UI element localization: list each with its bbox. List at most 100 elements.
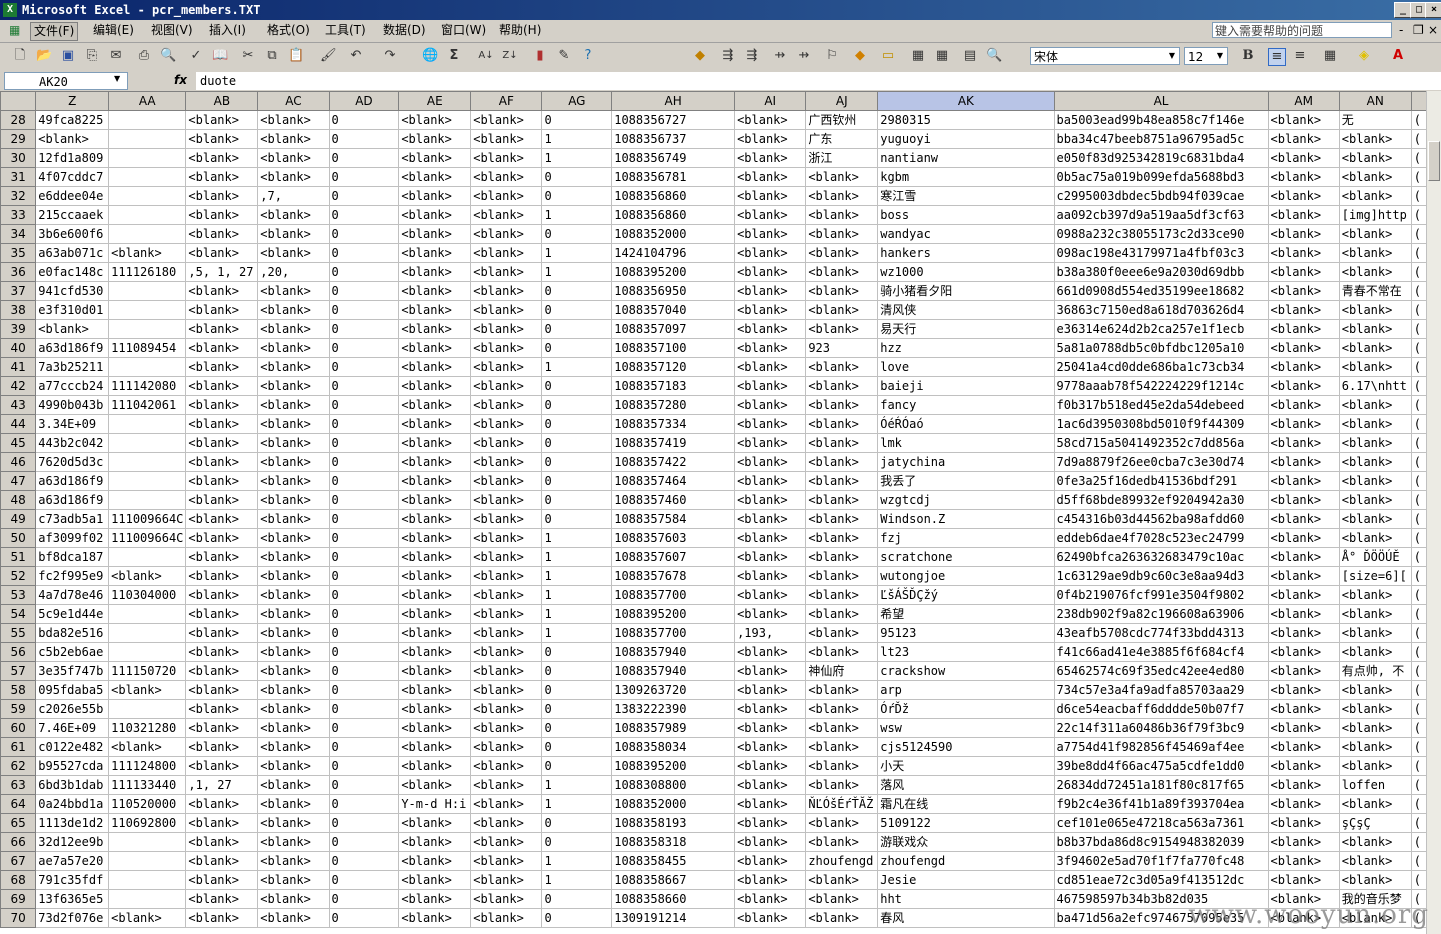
scroll-thumb[interactable] [1428,141,1440,181]
cell[interactable]: kgbm [877,167,1055,187]
cell[interactable] [108,110,187,130]
cell[interactable]: <blank> [1267,319,1340,339]
cell[interactable]: 1088357040 [611,300,736,320]
cell[interactable]: <blank> [470,376,543,396]
cell[interactable]: 1 [541,851,613,871]
cell[interactable]: <blank> [185,129,259,149]
cell[interactable]: <blank> [1338,832,1412,852]
cell[interactable]: <blank> [734,908,807,928]
column-header[interactable]: AB [185,91,259,111]
cell[interactable]: <blank> [805,414,879,434]
cell[interactable]: <blank> [805,205,879,225]
cell[interactable]: baieji [877,376,1055,396]
row-header[interactable]: 51 [0,547,37,567]
cell[interactable]: 941cfd530 [35,281,110,301]
cell[interactable]: 1088357419 [611,433,736,453]
cell[interactable]: <blank> [1267,167,1340,187]
menu-window[interactable]: 窗口(W) [438,22,489,39]
cell[interactable]: <blank> [1267,832,1340,852]
email-icon[interactable]: ✉ [108,48,124,64]
cell[interactable]: 215ccaaek [35,205,110,225]
cell[interactable]: a63d186f9 [35,490,110,510]
cell[interactable]: 5109122 [877,813,1055,833]
cell[interactable]: 1 [541,623,613,643]
cell[interactable]: <blank> [470,433,543,453]
cell[interactable]: ÓŕĎž [877,699,1055,719]
cell[interactable]: <blank> [805,357,879,377]
cell[interactable]: <blank> [185,243,259,263]
cell[interactable]: 1088357120 [611,357,736,377]
cell[interactable] [108,889,187,909]
cell[interactable]: 1088356950 [611,281,736,301]
cell[interactable] [108,205,187,225]
cell[interactable]: 1088357464 [611,471,736,491]
cell[interactable]: <blank> [257,167,330,187]
cell[interactable]: <blank> [470,357,543,377]
cell[interactable]: <blank> [185,870,259,890]
cell[interactable]: ,193, [734,623,807,643]
cell[interactable]: 0 [328,528,400,548]
cell[interactable]: <blank> [734,186,807,206]
cell[interactable]: 0b5ac75a019b099efda5688bd3 [1053,167,1269,187]
cell[interactable]: 1 [541,528,613,548]
cell[interactable]: 0 [328,509,400,529]
cell[interactable]: 寒江雪 [877,186,1055,206]
cell[interactable]: <blank> [185,357,259,377]
trace-dependents-icon[interactable]: ⇶ [744,48,760,64]
menu-format[interactable]: 格式(O) [264,22,313,39]
cell[interactable]: 0 [541,281,613,301]
cell[interactable]: <blank> [470,414,543,434]
cell[interactable]: 1088358455 [611,851,736,871]
cell[interactable]: c2995003dbdec5bdb94f039cae [1053,186,1269,206]
cell[interactable]: <blank> [1267,490,1340,510]
cell[interactable] [108,357,187,377]
cell[interactable] [108,642,187,662]
cell[interactable]: 26834dd72451a181f80c817f65 [1053,775,1269,795]
cell[interactable]: 1088357584 [611,509,736,529]
cell[interactable]: 0 [541,395,613,415]
cell[interactable]: <blank> [1338,509,1412,529]
cell[interactable]: 1088395200 [611,262,736,282]
cell[interactable]: <blank> [470,167,543,187]
cell[interactable]: <blank> [398,224,472,244]
cell[interactable]: 我丢了 [877,471,1055,491]
cell[interactable]: 5a81a0788db5c0bfdbc1205a10 [1053,338,1269,358]
workbook-icon[interactable]: ▦ [6,22,23,39]
cell[interactable]: 0 [328,338,400,358]
fill-color-icon[interactable]: ◈ [1356,48,1372,64]
cell[interactable]: <blank> [257,148,330,168]
cell[interactable]: 0 [328,148,400,168]
cell[interactable]: <blank> [257,110,330,130]
cell[interactable]: ,5, 1, 27 [185,262,259,282]
cell[interactable]: <blank> [470,338,543,358]
row-header[interactable]: 62 [0,756,37,776]
cell[interactable]: 0 [541,319,613,339]
cell[interactable]: <blank> [185,509,259,529]
cell[interactable]: 0 [328,566,400,586]
cell[interactable] [108,281,187,301]
menu-insert[interactable]: 插入(I) [206,22,249,39]
cell[interactable]: 0 [328,300,400,320]
cell[interactable]: <blank> [805,167,879,187]
cell[interactable]: <blank> [470,224,543,244]
cell[interactable]: <blank> [1338,471,1412,491]
cell[interactable]: ŇĽÓšÉŕŤĂŽ [805,794,879,814]
trace-precedents-icon[interactable]: ⇶ [720,48,736,64]
cell[interactable]: <blank> [257,319,330,339]
cell[interactable]: <blank> [470,851,543,871]
cell[interactable]: <blank> [398,452,472,472]
cell[interactable]: 1383222390 [611,699,736,719]
new-icon[interactable]: 🗋 [12,48,28,64]
cell[interactable]: <blank> [1267,110,1340,130]
cell[interactable]: <blank> [734,680,807,700]
cell[interactable]: 3e35f747b [35,661,110,681]
cell[interactable]: [size=6][ [1338,566,1412,586]
cell[interactable]: <blank> [805,471,879,491]
cell[interactable]: <blank> [1267,756,1340,776]
cell[interactable]: <blank> [470,243,543,263]
cell[interactable]: <blank> [734,775,807,795]
cell[interactable]: 1309263720 [611,680,736,700]
cell[interactable]: <blank> [734,794,807,814]
cell[interactable]: 2980315 [877,110,1055,130]
cell[interactable]: 易天行 [877,319,1055,339]
